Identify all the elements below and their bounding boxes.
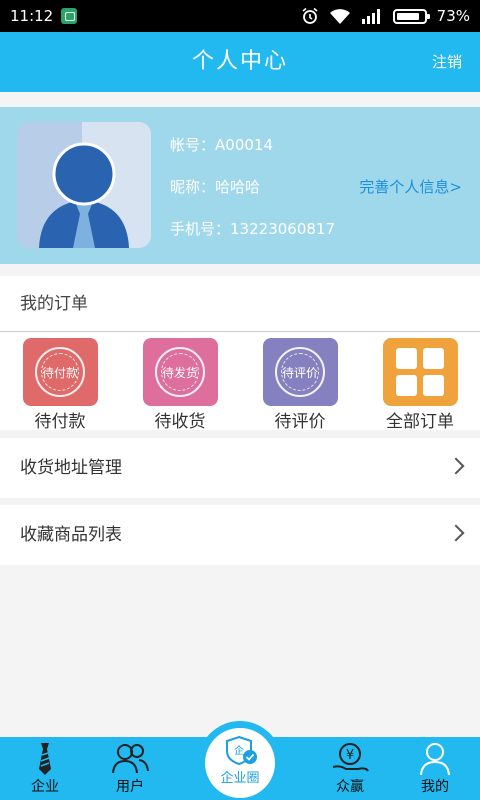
notification-icon bbox=[61, 8, 78, 24]
account-value: A00014 bbox=[215, 136, 273, 154]
pending-review-icon: 待评价 bbox=[262, 338, 338, 406]
phone-value: 13223060817 bbox=[230, 220, 335, 238]
money-hand-icon: ¥ bbox=[332, 743, 369, 772]
pending-shipment-icon: 待发货 bbox=[142, 338, 218, 406]
orders-title: 我的订单 bbox=[0, 276, 480, 332]
pending-review-stamp-text: 待评价 bbox=[281, 366, 318, 380]
grid-icon bbox=[382, 338, 458, 406]
order-pending-review[interactable]: 待评价 待评价 bbox=[240, 338, 360, 432]
battery-percent: 73% bbox=[436, 7, 470, 25]
wifi-icon bbox=[329, 9, 350, 24]
chevron-right-icon bbox=[447, 457, 465, 475]
app-bar: 个人中心 注销 bbox=[0, 32, 480, 92]
order-all[interactable]: 全部订单 bbox=[360, 338, 480, 432]
battery-icon bbox=[392, 8, 430, 24]
tie-icon bbox=[39, 743, 51, 775]
status-bar: 11:12 73% bbox=[0, 0, 480, 32]
nav-label: 企业圈 bbox=[220, 771, 260, 786]
person-icon bbox=[420, 743, 450, 776]
order-label: 全部订单 bbox=[386, 412, 454, 432]
complete-profile-link[interactable]: 完善个人信息> bbox=[359, 176, 462, 197]
orders-section: 我的订单 待付款 待付款 待发货 待收货 待评价 待评价 全部订单 bbox=[0, 276, 480, 432]
order-pending-receipt[interactable]: 待发货 待收货 bbox=[120, 338, 240, 432]
pending-payment-stamp-text: 待付款 bbox=[41, 366, 78, 380]
order-label: 待评价 bbox=[274, 412, 326, 432]
favorites-list-label: 收藏商品列表 bbox=[20, 525, 122, 545]
favorites-list-row[interactable]: 收藏商品列表 bbox=[0, 505, 480, 565]
nickname-label: 昵称： bbox=[170, 178, 216, 196]
default-avatar-icon bbox=[39, 142, 129, 248]
enterprise-circle-icon: 企 bbox=[226, 735, 257, 766]
order-label: 待收货 bbox=[154, 412, 206, 432]
phone-label: 手机号： bbox=[170, 220, 231, 238]
pending-payment-icon: 待付款 bbox=[22, 338, 98, 406]
nav-label: 我的 bbox=[421, 779, 449, 795]
account-label: 帐号： bbox=[170, 136, 216, 154]
nav-zhongying[interactable]: ¥ 众赢 bbox=[305, 737, 395, 800]
avatar[interactable] bbox=[17, 122, 151, 248]
nickname-row: 昵称：哈哈哈 bbox=[170, 176, 260, 197]
phone-row: 手机号：13223060817 bbox=[170, 218, 335, 239]
users-icon bbox=[112, 744, 149, 774]
address-management-row[interactable]: 收货地址管理 bbox=[0, 438, 480, 498]
nav-label: 众赢 bbox=[336, 779, 364, 795]
nav-mine[interactable]: 我的 bbox=[390, 737, 480, 800]
order-pending-payment[interactable]: 待付款 待付款 bbox=[0, 338, 120, 432]
svg-text:企: 企 bbox=[234, 744, 244, 757]
chevron-right-icon bbox=[447, 524, 465, 542]
nickname-value: 哈哈哈 bbox=[215, 178, 261, 196]
status-time: 11:12 bbox=[10, 7, 54, 25]
nav-label: 企业 bbox=[31, 779, 59, 795]
logout-button[interactable]: 注销 bbox=[432, 32, 462, 92]
pending-shipment-stamp-text: 待发货 bbox=[161, 366, 198, 380]
address-management-label: 收货地址管理 bbox=[20, 458, 122, 478]
nav-label: 用户 bbox=[116, 779, 144, 795]
profile-card: 帐号：A00014 昵称：哈哈哈 完善个人信息> 手机号：13223060817 bbox=[0, 107, 480, 264]
account-row: 帐号：A00014 bbox=[170, 134, 273, 155]
alarm-icon bbox=[302, 7, 318, 24]
nav-enterprise[interactable]: 企业 bbox=[0, 737, 90, 800]
nav-enterprise-circle[interactable]: 企 企业圈 bbox=[198, 721, 282, 800]
order-label: 待付款 bbox=[34, 412, 86, 432]
page-title: 个人中心 bbox=[191, 49, 288, 74]
nav-users[interactable]: 用户 bbox=[85, 737, 175, 800]
signal-icon bbox=[361, 9, 380, 24]
svg-text:¥: ¥ bbox=[346, 748, 354, 763]
